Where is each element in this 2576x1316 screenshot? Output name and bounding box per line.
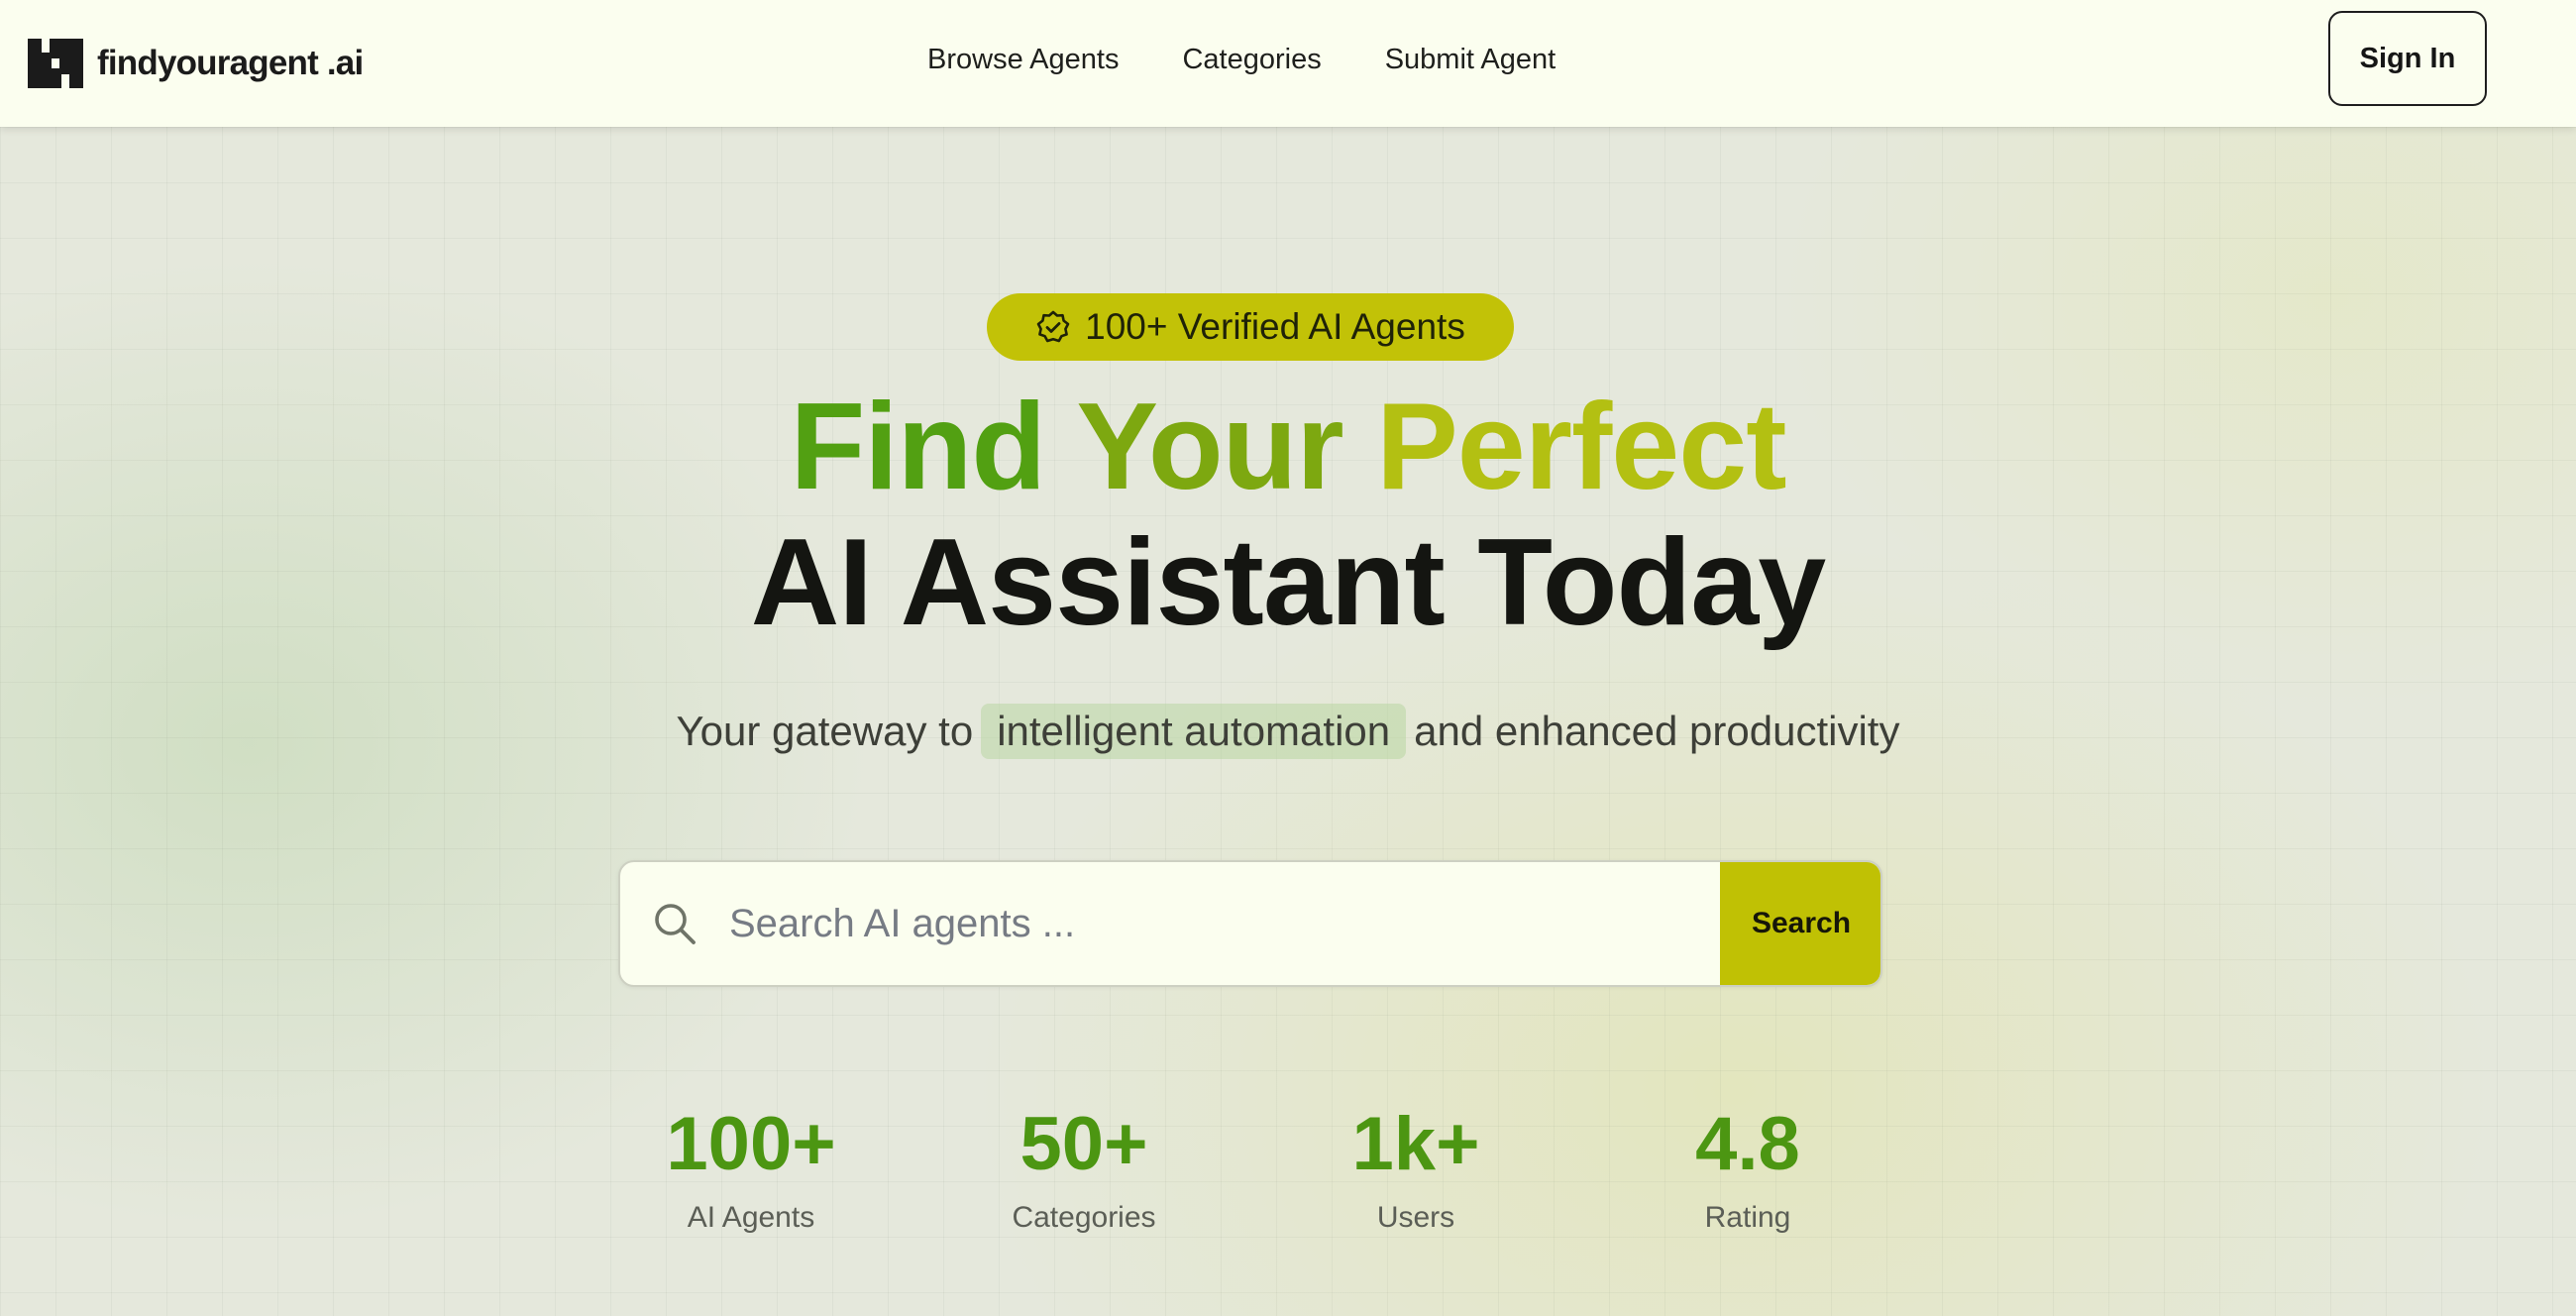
hero-subtitle: Your gateway to intelligent automation and… <box>0 704 2576 759</box>
stat-label: Users <box>1376 1201 1455 1234</box>
stat-rating: 4.8 Rating <box>1619 1100 1877 1241</box>
stat-value: 1k+ <box>1351 1102 1480 1186</box>
headline-line-2: AI Assistant Today <box>750 514 1826 651</box>
top-nav-bar: findyouragent .ai Browse Agents Categori… <box>0 0 2576 127</box>
nav-categories[interactable]: Categories <box>1182 44 1321 76</box>
headline-line-1: Find Your Perfect <box>0 379 2576 515</box>
badge-text: 100+ Verified AI Agents <box>1085 306 1465 347</box>
stat-ai-agents: 100+ AI Agents <box>622 1100 880 1241</box>
headline-word-your: Your <box>1076 379 1343 515</box>
stat-label: Categories <box>1012 1201 1156 1234</box>
verified-agents-badge: 100+ Verified AI Agents <box>987 293 1514 361</box>
verified-badge-icon <box>1036 310 1070 343</box>
subtitle-prefix: Your gateway to <box>676 708 974 754</box>
search-bar: Search <box>618 860 1882 987</box>
main-nav: Browse Agents Categories Submit Agent <box>927 40 1556 79</box>
stat-value: 50+ <box>1020 1102 1148 1186</box>
stats-row: 100+ AI Agents 50+ Categories 1k+ Users … <box>0 1100 2576 1249</box>
search-button[interactable]: Search <box>1720 862 1880 985</box>
sign-in-button[interactable]: Sign In <box>2328 11 2487 106</box>
stat-users: 1k+ Users <box>1287 1100 1545 1241</box>
search-icon-container <box>620 862 729 985</box>
search-input[interactable] <box>729 862 1720 985</box>
stat-label: AI Agents <box>687 1201 815 1234</box>
nav-submit-agent[interactable]: Submit Agent <box>1385 44 1556 76</box>
headline-word-perfect: Perfect <box>1376 379 1786 515</box>
headline-word-find: Find <box>790 379 1046 515</box>
subtitle-suffix: and enhanced productivity <box>1414 708 1900 754</box>
subtitle-highlight: intelligent automation <box>981 704 1407 759</box>
stat-value: 100+ <box>666 1102 836 1186</box>
logo-text: findyouragent .ai <box>97 44 364 82</box>
logo-mark-icon <box>28 39 83 88</box>
nav-browse-agents[interactable]: Browse Agents <box>927 44 1119 76</box>
stat-categories: 50+ Categories <box>955 1100 1213 1241</box>
stat-value: 4.8 <box>1695 1102 1800 1186</box>
site-logo[interactable]: findyouragent .ai <box>28 34 364 93</box>
hero-section: 100+ Verified AI Agents Find Your Perfec… <box>0 127 2576 1316</box>
stat-label: Rating <box>1704 1201 1791 1234</box>
search-icon <box>655 904 696 944</box>
